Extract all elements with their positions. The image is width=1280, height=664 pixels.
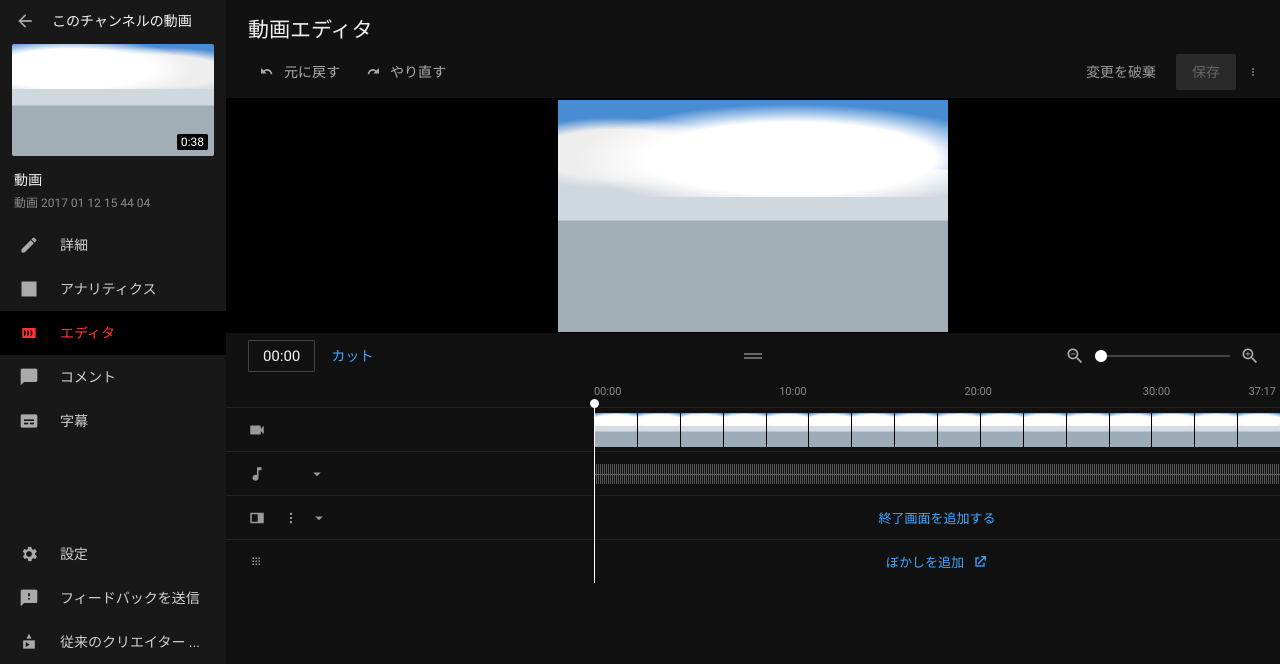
sidebar-item-analytics[interactable]: アナリティクス	[0, 267, 226, 311]
music-note-icon	[248, 465, 266, 483]
undo-label: 元に戻す	[284, 62, 340, 82]
discard-button[interactable]: 変更を破棄	[1072, 54, 1170, 90]
zoom-in-icon[interactable]	[1240, 346, 1260, 366]
back-header[interactable]: このチャンネルの動画	[0, 0, 226, 38]
arrow-back-icon	[14, 10, 36, 32]
pencil-icon	[18, 234, 40, 256]
video-track	[226, 407, 1280, 451]
page-title: 動画エディタ	[248, 14, 373, 44]
ruler-tick: 30:00	[1143, 385, 1170, 398]
panel-drag-handle-icon[interactable]	[744, 353, 762, 359]
video-meta-subtitle: 動画 2017 01 12 15 44 04	[14, 194, 212, 211]
back-label: このチャンネルの動画	[52, 11, 192, 31]
sidebar-item-feedback[interactable]: フィードバックを送信	[0, 576, 226, 620]
video-track-icon	[248, 421, 266, 439]
preview-area	[226, 98, 1280, 333]
sidebar-item-comments[interactable]: コメント	[0, 355, 226, 399]
tracks: 終了画面を追加する ぼかしを追加	[226, 407, 1280, 583]
main: 動画エディタ 元に戻す やり直す 変更を破棄 保存 00:00	[226, 0, 1280, 664]
more-vert-icon[interactable]	[1242, 61, 1264, 83]
current-time-display[interactable]: 00:00	[248, 340, 315, 372]
nav-label: 設定	[60, 544, 88, 564]
timeline-ruler[interactable]: 00:00 10:00 20:00 30:00 37:17	[226, 379, 1280, 407]
subtitles-icon	[18, 410, 40, 432]
nav-label: フィードバックを送信	[60, 588, 200, 608]
sidebar: このチャンネルの動画 0:38 動画 動画 2017 01 12 15 44 0…	[0, 0, 226, 664]
undo-icon	[258, 63, 276, 81]
redo-button[interactable]: やり直す	[354, 54, 456, 90]
nav-label: アナリティクス	[60, 279, 156, 299]
chevron-down-icon[interactable]	[308, 465, 326, 483]
sidebar-item-subtitles[interactable]: 字幕	[0, 399, 226, 443]
analytics-icon	[18, 278, 40, 300]
blur-icon	[248, 553, 266, 571]
video-track-body[interactable]	[594, 408, 1280, 451]
add-blur-button[interactable]: ぼかしを追加	[594, 552, 1280, 571]
zoom-out-icon[interactable]	[1065, 346, 1085, 366]
thumbnail-duration: 0:38	[177, 134, 208, 150]
add-endscreen-button[interactable]: 終了画面を追加する	[594, 508, 1280, 527]
blur-track: ぼかしを追加	[226, 539, 1280, 583]
feedback-icon	[18, 587, 40, 609]
preview-frame	[558, 100, 948, 332]
gear-icon	[18, 543, 40, 565]
header: 動画エディタ	[226, 0, 1280, 46]
comment-icon	[18, 366, 40, 388]
video-meta: 動画 動画 2017 01 12 15 44 04	[0, 162, 226, 223]
ruler-tick: 20:00	[964, 385, 991, 398]
sidebar-item-details[interactable]: 詳細	[0, 223, 226, 267]
blur-track-body[interactable]: ぼかしを追加	[594, 540, 1280, 583]
endscreen-track-body[interactable]: 終了画面を追加する	[594, 496, 1280, 539]
nav-label: 字幕	[60, 411, 88, 431]
audio-track-body[interactable]	[594, 452, 1280, 495]
timeline-toolbar: 00:00 カット	[226, 333, 1280, 379]
sidebar-nav: 詳細 アナリティクス エディタ コメント 字幕	[0, 223, 226, 443]
redo-label: やり直す	[390, 62, 446, 82]
save-button[interactable]: 保存	[1176, 54, 1236, 90]
endscreen-icon	[248, 509, 266, 527]
more-vert-icon[interactable]	[284, 509, 298, 527]
redo-icon	[364, 63, 382, 81]
video-thumbnail[interactable]: 0:38	[12, 44, 214, 156]
undo-button[interactable]: 元に戻す	[248, 54, 350, 90]
nav-label: エディタ	[60, 323, 115, 343]
toolbar: 元に戻す やり直す 変更を破棄 保存	[226, 46, 1280, 98]
cut-button[interactable]: カット	[331, 346, 373, 366]
zoom-slider[interactable]	[1095, 355, 1230, 357]
sidebar-footer: 設定 フィードバックを送信 従来のクリエイター ...	[0, 532, 226, 664]
sidebar-item-settings[interactable]: 設定	[0, 532, 226, 576]
open-in-new-icon	[972, 554, 988, 570]
audio-track	[226, 451, 1280, 495]
chevron-down-icon[interactable]	[310, 509, 328, 527]
sidebar-item-legacy[interactable]: 従来のクリエイター ...	[0, 620, 226, 664]
nav-label: 従来のクリエイター ...	[60, 632, 200, 652]
nav-label: コメント	[60, 367, 116, 387]
ruler-tick: 37:17	[1249, 385, 1276, 398]
sidebar-item-editor[interactable]: エディタ	[0, 311, 226, 355]
ruler-tick: 00:00	[594, 385, 621, 398]
nav-label: 詳細	[60, 235, 88, 255]
endscreen-track: 終了画面を追加する	[226, 495, 1280, 539]
video-meta-title: 動画	[14, 170, 212, 190]
editor-icon	[18, 322, 40, 344]
ruler-tick: 10:00	[779, 385, 806, 398]
legacy-studio-icon	[18, 631, 40, 653]
